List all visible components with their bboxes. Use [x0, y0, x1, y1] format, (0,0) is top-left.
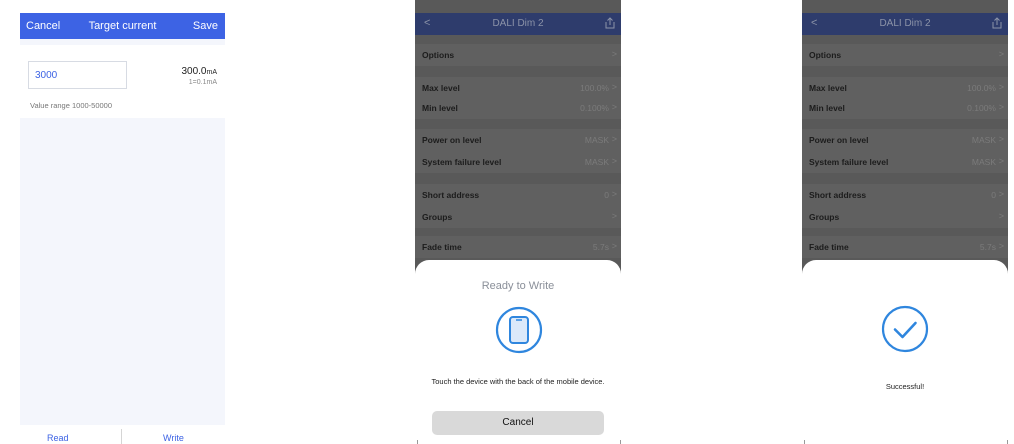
conversion-note: 1=0.1mA	[188, 79, 217, 86]
chevron-right-icon: >	[998, 134, 1004, 144]
phone-icon	[495, 306, 543, 354]
write-success-screen: < DALI Dim 2 Options > Max level 100.0% …	[802, 0, 1008, 444]
value-range-hint: Value range 1000-50000	[30, 101, 113, 110]
chevron-right-icon: >	[998, 211, 1004, 221]
chevron-right-icon: >	[611, 211, 617, 221]
row-label: Short address	[809, 190, 867, 200]
row-value: 0	[991, 190, 996, 200]
row-label: Power on level	[422, 135, 482, 145]
chevron-right-icon: >	[998, 189, 1004, 199]
page-title: DALI Dim 2	[492, 18, 544, 29]
chevron-right-icon: >	[611, 82, 617, 92]
settings-row-max-level[interactable]: Max level 100.0% >	[802, 77, 1008, 99]
page-title: DALI Dim 2	[879, 18, 931, 29]
chevron-right-icon: >	[998, 241, 1004, 251]
row-value: 0	[604, 190, 609, 200]
row-value: 0.100%	[967, 103, 996, 113]
row-label: Options	[809, 50, 842, 60]
sheet-message: Touch the device with the back of the mo…	[431, 377, 605, 386]
current-readout: 300.0mA	[181, 66, 217, 77]
row-label: Fade time	[809, 242, 849, 252]
sheet-title: Ready to Write	[481, 280, 555, 292]
header-bar: < DALI Dim 2	[802, 13, 1008, 35]
row-value: 100.0%	[580, 83, 609, 93]
chevron-right-icon: >	[611, 156, 617, 166]
chevron-right-icon: >	[611, 134, 617, 144]
chevron-right-icon: >	[998, 49, 1004, 59]
chevron-right-icon: >	[611, 102, 617, 112]
row-label: Short address	[422, 190, 480, 200]
settings-row-fade-time[interactable]: Fade time 5.7s >	[415, 236, 621, 258]
chevron-right-icon: >	[998, 156, 1004, 166]
row-label: Groups	[809, 212, 840, 222]
row-label: System failure level	[422, 157, 502, 167]
footer-divider	[121, 429, 122, 444]
settings-row-max-level[interactable]: Max level 100.0% >	[415, 77, 621, 99]
row-value: MASK	[584, 157, 609, 167]
edge-mark	[620, 440, 621, 444]
settings-row-groups[interactable]: Groups >	[415, 206, 621, 228]
settings-row-short-address[interactable]: Short address 0 >	[415, 184, 621, 206]
settings-row-min-level[interactable]: Min level 0.100% >	[802, 97, 1008, 119]
target-current-input[interactable]: 3000	[28, 61, 127, 89]
read-button[interactable]: Read	[47, 433, 69, 443]
success-message: Successful!	[885, 382, 925, 391]
header-bar: < DALI Dim 2	[415, 13, 621, 35]
settings-row-short-address[interactable]: Short address 0 >	[802, 184, 1008, 206]
row-value: 100.0%	[967, 83, 996, 93]
row-label: Groups	[422, 212, 453, 222]
settings-row-power-on-level[interactable]: Power on level MASK >	[802, 129, 1008, 151]
chevron-right-icon: >	[611, 189, 617, 199]
settings-row-min-level[interactable]: Min level 0.100% >	[415, 97, 621, 119]
row-value: MASK	[971, 135, 996, 145]
row-label: Power on level	[809, 135, 869, 145]
settings-row-options[interactable]: Options >	[415, 44, 621, 66]
settings-row-system-failure-level[interactable]: System failure level MASK >	[802, 151, 1008, 173]
row-value: 0.100%	[580, 103, 609, 113]
row-label: Max level	[422, 83, 460, 93]
row-value: 5.7s	[592, 242, 609, 252]
share-icon[interactable]	[991, 17, 1003, 29]
row-value: MASK	[971, 157, 996, 167]
row-label: Min level	[809, 103, 845, 113]
settings-row-fade-time[interactable]: Fade time 5.7s >	[802, 236, 1008, 258]
settings-row-power-on-level[interactable]: Power on level MASK >	[415, 129, 621, 151]
edge-mark	[1007, 440, 1008, 444]
target-current-screen: Cancel Target current Save 3000 300.0mA …	[20, 0, 225, 444]
edge-mark	[804, 440, 805, 444]
settings-row-system-failure-level[interactable]: System failure level MASK >	[415, 151, 621, 173]
chevron-right-icon: >	[611, 49, 617, 59]
cancel-button[interactable]: Cancel	[432, 411, 604, 435]
chevron-right-icon: >	[998, 82, 1004, 92]
row-label: Min level	[422, 103, 458, 113]
header-bar: Cancel Target current Save	[20, 13, 225, 39]
edge-mark	[417, 440, 418, 444]
nfc-bottom-sheet: Ready to Write Touch the device with the…	[415, 260, 621, 444]
check-circle-icon	[881, 305, 929, 353]
chevron-right-icon: >	[998, 102, 1004, 112]
row-label: Options	[422, 50, 455, 60]
settings-row-groups[interactable]: Groups >	[802, 206, 1008, 228]
save-button[interactable]: Save	[193, 20, 218, 32]
current-unit: mA	[206, 69, 218, 76]
ready-to-write-screen: < DALI Dim 2 Options > Max level 100.0% …	[415, 0, 621, 444]
row-label: Fade time	[422, 242, 462, 252]
success-bottom-sheet: Successful!	[802, 260, 1008, 444]
chevron-right-icon: >	[611, 241, 617, 251]
share-icon[interactable]	[604, 17, 616, 29]
row-value: 5.7s	[979, 242, 996, 252]
row-label: System failure level	[809, 157, 889, 167]
write-button[interactable]: Write	[163, 433, 184, 443]
settings-row-options[interactable]: Options >	[802, 44, 1008, 66]
row-label: Max level	[809, 83, 847, 93]
row-value: MASK	[584, 135, 609, 145]
current-value: 300.0	[181, 66, 207, 77]
